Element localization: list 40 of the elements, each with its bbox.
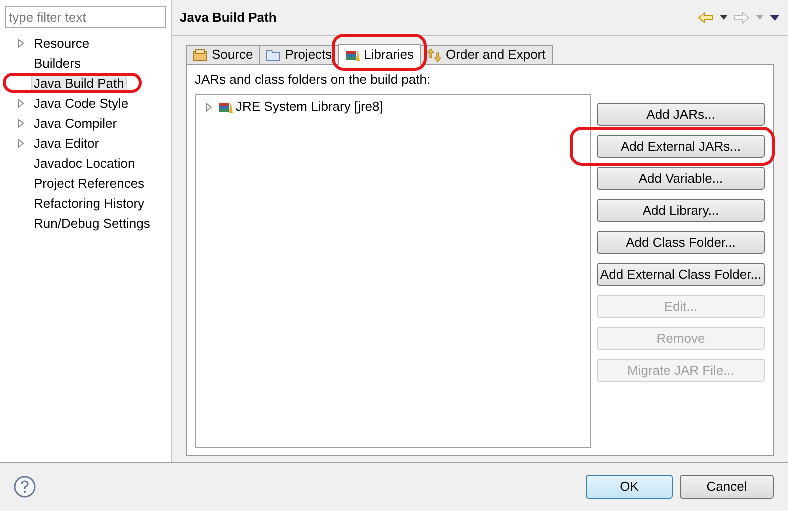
forward-arrow-icon[interactable] [734, 12, 750, 24]
tab[interactable]: Projects [259, 45, 340, 64]
library-list[interactable]: JRE System Library [jre8] [195, 94, 591, 448]
sidebar-item[interactable]: Java Code Style [31, 94, 132, 112]
expand-icon[interactable] [18, 38, 24, 48]
sidebar-item[interactable]: Refactoring History [31, 194, 148, 212]
cancel-button[interactable]: Cancel [680, 475, 774, 499]
sidebar-item[interactable]: Resource [31, 34, 93, 52]
sidebar-item[interactable]: Java Compiler [31, 114, 120, 132]
expand-icon[interactable] [18, 118, 24, 128]
action-button[interactable]: Add External Class Folder... [597, 263, 765, 286]
action-button[interactable]: Add Class Folder... [597, 231, 765, 254]
action-button[interactable]: Add External JARs... [597, 135, 765, 158]
sidebar-item[interactable]: Javadoc Location [31, 154, 138, 172]
package-icon [193, 48, 208, 62]
expand-icon[interactable] [206, 102, 212, 112]
tab[interactable]: Libraries [338, 44, 422, 65]
back-arrow-icon[interactable] [698, 12, 714, 24]
action-button[interactable]: Add Variable... [597, 167, 765, 190]
folder-icon [266, 48, 282, 62]
action-button[interactable]: Add Library... [597, 199, 765, 222]
sidebar-item[interactable]: Builders [31, 54, 84, 72]
dropdown-icon[interactable] [720, 15, 728, 20]
expand-icon[interactable] [18, 98, 24, 108]
sidebar-item[interactable]: Run/Debug Settings [31, 214, 154, 232]
page-title: Java Build Path [180, 8, 278, 27]
list-label: JARs and class folders on the build path: [195, 72, 432, 88]
ok-button[interactable]: OK [586, 475, 673, 499]
books-icon [218, 100, 233, 114]
filter-field[interactable]: type filter text [5, 6, 166, 28]
sidebar-item[interactable]: Java Editor [31, 134, 102, 152]
sidebar-item[interactable]: Project References [31, 174, 148, 192]
help-icon[interactable] [14, 476, 36, 498]
tree-item[interactable]: JRE System Library [jre8] [236, 97, 384, 117]
tab[interactable]: Source [186, 45, 260, 64]
tab[interactable]: Order and Export [420, 45, 553, 64]
action-button[interactable]: Add JARs... [597, 103, 765, 126]
view-menu-icon[interactable] [770, 14, 780, 20]
expand-icon[interactable] [18, 138, 24, 148]
up-down-arrows-icon [427, 48, 442, 62]
